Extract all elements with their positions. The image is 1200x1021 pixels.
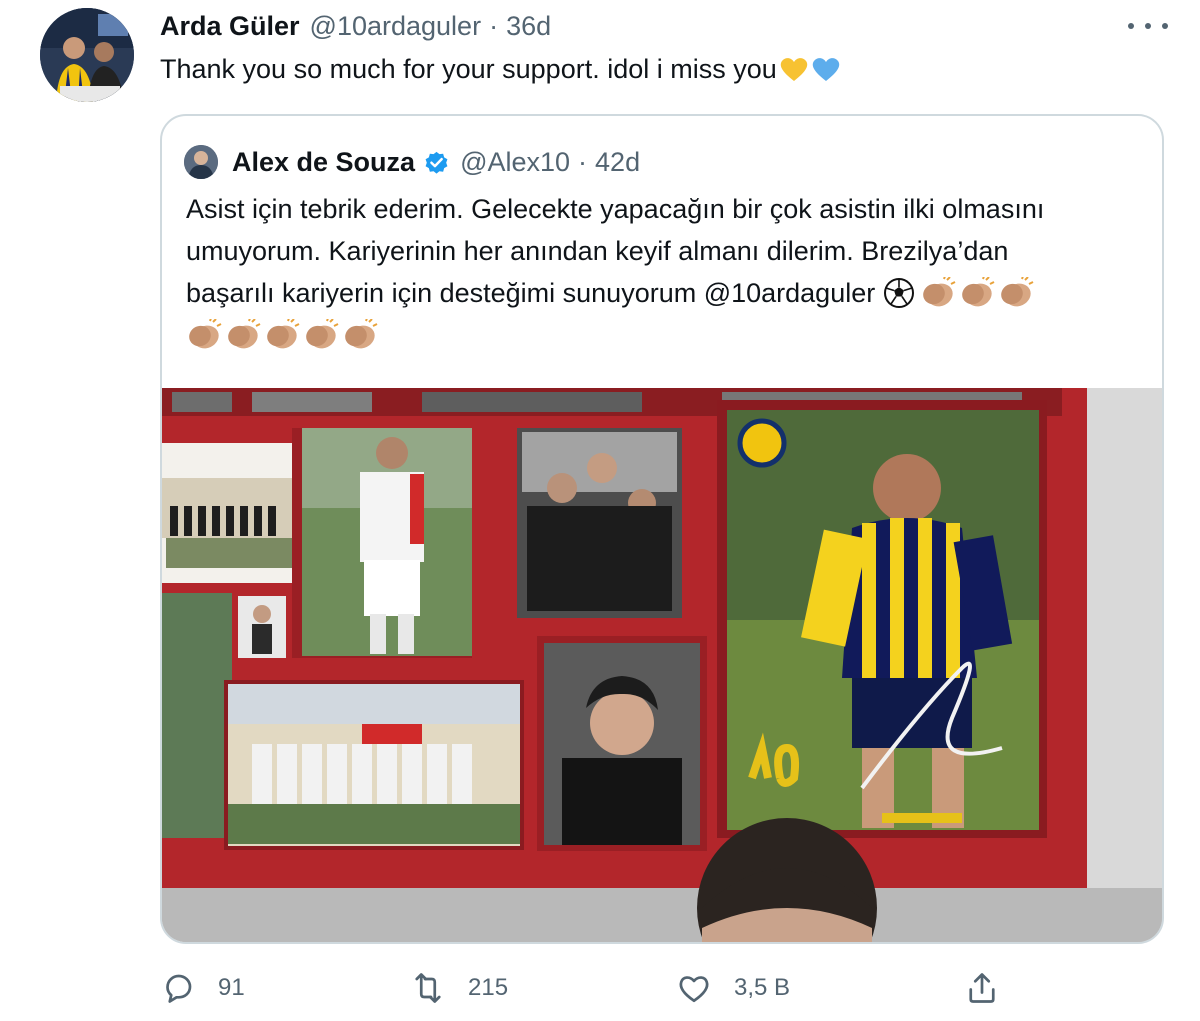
clapping-hands-emoji — [228, 319, 261, 349]
author-handle[interactable]: @10ardaguler — [310, 11, 482, 42]
soccer-ball-emoji — [884, 278, 915, 308]
emoji-group — [881, 277, 1034, 309]
quoted-author-name: Alex de Souza — [232, 146, 416, 177]
emoji-group — [186, 319, 378, 351]
clapping-hands-emoji — [189, 319, 222, 349]
clapping-hands-emoji — [306, 319, 339, 349]
yellow-heart-emoji — [780, 58, 808, 81]
quoted-tweet-text: Asist için tebrik ederim. Gelecekte yapa… — [186, 188, 1146, 356]
heart-icon — [679, 976, 709, 1003]
reply-count: 91 — [218, 974, 245, 1001]
like-count: 3,5 B — [734, 974, 791, 1001]
blue-heart-emoji — [812, 58, 840, 81]
clapping-hands-emoji — [962, 277, 995, 307]
verified-badge-icon — [425, 151, 448, 174]
quoted-text-line: başarılı kariyerin için desteğimi sunuyo… — [186, 278, 876, 308]
quoted-author-avatar — [184, 145, 218, 179]
retweet-count: 215 — [468, 974, 509, 1001]
share-icon — [969, 973, 995, 1003]
clapping-hands-emoji — [1001, 277, 1034, 307]
share-button[interactable] — [964, 966, 1000, 1010]
author-avatar[interactable] — [40, 8, 134, 102]
quoted-author-handle: @Alex10 — [460, 146, 571, 177]
quoted-tweet-media[interactable] — [162, 388, 1162, 942]
separator-dot: · — [489, 10, 499, 41]
tweet: Arda Güler @10ardaguler · 36d Thank you … — [0, 0, 1200, 1021]
emoji-line — [186, 314, 1146, 356]
clapping-hands-emoji — [267, 319, 300, 349]
retweet-icon — [415, 973, 441, 1003]
separator-dot: · — [578, 146, 588, 177]
clapping-hands-emoji — [345, 319, 378, 349]
quoted-text-line: Asist için tebrik ederim. Gelecekte yapa… — [186, 194, 1045, 224]
like-button[interactable]: 3,5 B — [676, 966, 790, 1010]
tweet-body: Thank you so much for your support. idol… — [160, 54, 777, 84]
clapping-hands-emoji — [923, 277, 956, 307]
author-name[interactable]: Arda Güler — [160, 11, 300, 42]
tweet-timestamp[interactable]: 36d — [506, 11, 551, 42]
tweet-text: Thank you so much for your support. idol… — [160, 50, 841, 88]
quoted-tweet-header: Alex de Souza @Alex10 · 42d — [184, 144, 640, 180]
quoted-text-line: umuyorum. Kariyerinin her anından keyif … — [186, 236, 1009, 266]
quoted-tweet[interactable]: Alex de Souza @Alex10 · 42d Asist için t… — [160, 114, 1164, 944]
more-options-icon[interactable] — [1128, 14, 1168, 38]
retweet-button[interactable]: 215 — [410, 966, 508, 1010]
reply-button[interactable]: 91 — [160, 966, 245, 1010]
reply-icon — [166, 974, 192, 1003]
tweet-header: Arda Güler @10ardaguler · 36d — [160, 8, 551, 44]
quoted-tweet-timestamp: 42d — [595, 146, 641, 177]
quoted-text-line-3: başarılı kariyerin için desteğimi sunuyo… — [186, 272, 1146, 314]
tweet-actions: 91 215 3,5 B — [160, 966, 1020, 1010]
